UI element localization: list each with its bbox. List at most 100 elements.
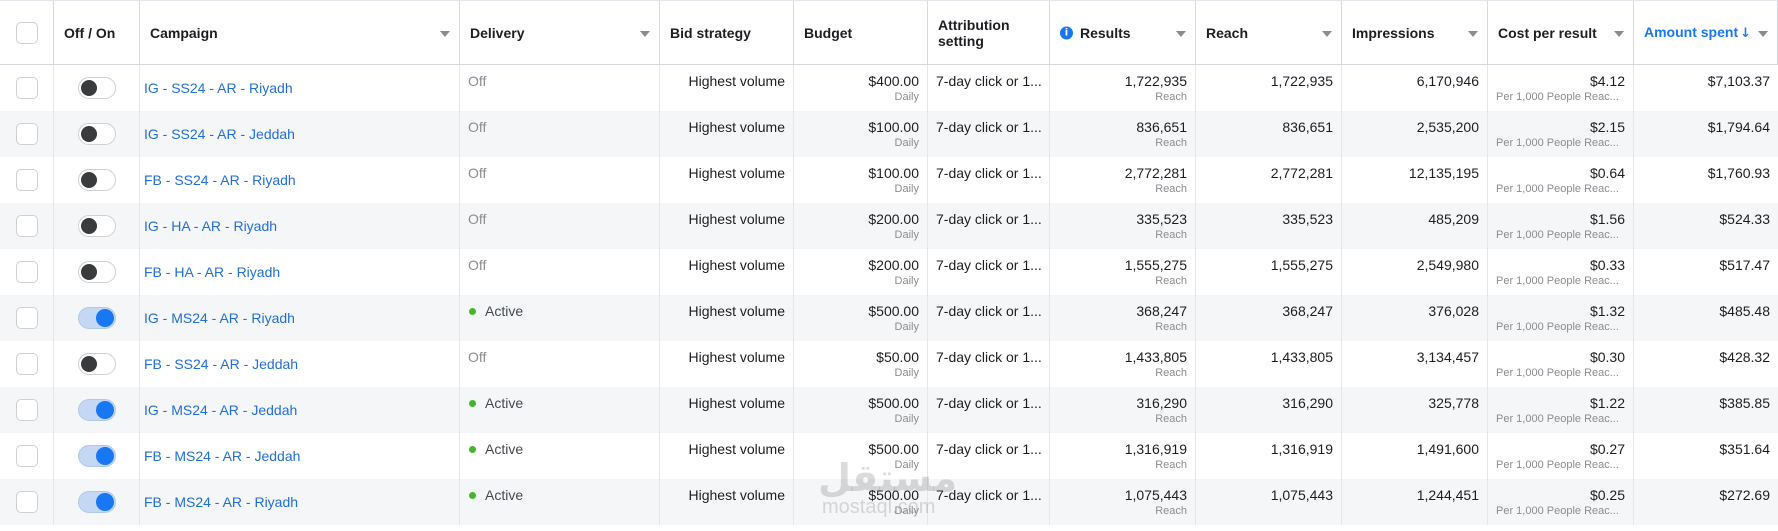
results-cell: 1,075,443 Reach bbox=[1050, 479, 1196, 525]
row-checkbox[interactable] bbox=[16, 215, 38, 237]
budget-cell[interactable]: $100.00 Daily bbox=[794, 111, 928, 157]
amount-spent-cell: $428.32 bbox=[1634, 341, 1778, 387]
budget-cell[interactable]: $100.00 Daily bbox=[794, 157, 928, 203]
cost-per-result-cell: $4.12 Per 1,000 People Reac... bbox=[1488, 65, 1634, 111]
header-results[interactable]: i Results bbox=[1050, 1, 1196, 64]
row-toggle-cell bbox=[54, 249, 140, 295]
campaign-cell: IG - HA - AR - Riyadh bbox=[140, 203, 460, 249]
header-delivery[interactable]: Delivery bbox=[460, 1, 660, 64]
table-row[interactable]: FB - SS24 - AR - Jeddah Off Highest volume… bbox=[0, 341, 1778, 387]
table-row[interactable]: IG - HA - AR - Riyadh Off Highest volume $2… bbox=[0, 203, 1778, 249]
campaign-toggle[interactable] bbox=[78, 445, 116, 467]
sort-descending-icon[interactable]: ↓ bbox=[1740, 26, 1751, 41]
impressions-value: 325,778 bbox=[1428, 395, 1479, 411]
results-type: Reach bbox=[1155, 183, 1187, 195]
campaign-toggle[interactable] bbox=[78, 261, 116, 283]
toggle-knob bbox=[96, 447, 114, 465]
table-row[interactable]: IG - MS24 - AR - Jeddah Active Highest vol… bbox=[0, 387, 1778, 433]
header-attribution[interactable]: Attribution setting bbox=[928, 1, 1050, 64]
header-impressions[interactable]: Impressions bbox=[1342, 1, 1488, 64]
row-checkbox[interactable] bbox=[16, 169, 38, 191]
row-checkbox[interactable] bbox=[16, 445, 38, 467]
results-type: Reach bbox=[1155, 367, 1187, 379]
amount-spent-cell: $272.69 bbox=[1634, 479, 1778, 525]
header-reach[interactable]: Reach bbox=[1196, 1, 1342, 64]
attribution-value: 7-day click or 1... bbox=[936, 303, 1042, 319]
campaign-name-link[interactable]: IG - SS24 - AR - Riyadh bbox=[144, 80, 293, 96]
table-row[interactable]: FB - MS24 - AR - Riyadh Active Highest vol… bbox=[0, 479, 1778, 525]
delivery-status-label: Active bbox=[485, 487, 524, 503]
row-checkbox[interactable] bbox=[16, 491, 38, 513]
cost-per-result-type: Per 1,000 People Reac... bbox=[1496, 505, 1619, 517]
campaign-toggle[interactable] bbox=[78, 215, 116, 237]
budget-cell[interactable]: $500.00 Daily bbox=[794, 295, 928, 341]
header-impressions-label: Impressions bbox=[1352, 24, 1435, 41]
cost-per-result-cell: $0.64 Per 1,000 People Reac... bbox=[1488, 157, 1634, 203]
campaign-name-link[interactable]: IG - HA - AR - Riyadh bbox=[144, 218, 277, 234]
budget-cell[interactable]: $400.00 Daily bbox=[794, 65, 928, 111]
delivery-cell: Off bbox=[460, 249, 660, 295]
delivery-status-label: Off bbox=[468, 349, 487, 365]
results-cell: 335,523 Reach bbox=[1050, 203, 1196, 249]
table-row[interactable]: IG - SS24 - AR - Jeddah Off Highest volume… bbox=[0, 111, 1778, 157]
row-checkbox[interactable] bbox=[16, 77, 38, 99]
chevron-down-icon[interactable] bbox=[1322, 30, 1332, 37]
campaign-toggle[interactable] bbox=[78, 353, 116, 375]
header-budget[interactable]: Budget bbox=[794, 1, 928, 64]
header-bid-strategy-label: Bid strategy bbox=[670, 24, 751, 41]
budget-cell[interactable]: $500.00 Daily bbox=[794, 479, 928, 525]
campaign-name-link[interactable]: IG - SS24 - AR - Jeddah bbox=[144, 126, 295, 142]
table-row[interactable]: FB - SS24 - AR - Riyadh Off Highest volume… bbox=[0, 157, 1778, 203]
header-bid-strategy[interactable]: Bid strategy bbox=[660, 1, 794, 64]
chevron-down-icon[interactable] bbox=[1758, 30, 1768, 37]
info-icon[interactable]: i bbox=[1060, 26, 1073, 39]
campaign-toggle[interactable] bbox=[78, 491, 116, 513]
row-checkbox[interactable] bbox=[16, 261, 38, 283]
results-value: 335,523 bbox=[1136, 211, 1187, 227]
chevron-down-icon[interactable] bbox=[440, 30, 450, 37]
budget-cell[interactable]: $500.00 Daily bbox=[794, 387, 928, 433]
status-dot-icon bbox=[469, 399, 476, 407]
bid-strategy-cell: Highest volume bbox=[660, 111, 794, 157]
row-select-cell bbox=[0, 111, 54, 157]
campaign-toggle[interactable] bbox=[78, 77, 116, 99]
delivery-status-label: Active bbox=[485, 395, 524, 411]
campaign-name-link[interactable]: FB - HA - AR - Riyadh bbox=[144, 264, 280, 280]
cost-per-result-value: $0.25 bbox=[1589, 487, 1625, 503]
campaign-toggle[interactable] bbox=[78, 307, 116, 329]
header-campaign[interactable]: Campaign bbox=[140, 1, 460, 64]
table-row[interactable]: IG - MS24 - AR - Riyadh Active Highest vol… bbox=[0, 295, 1778, 341]
campaign-toggle[interactable] bbox=[78, 123, 116, 145]
delivery-cell: Active bbox=[460, 479, 660, 525]
campaign-name-link[interactable]: FB - SS24 - AR - Jeddah bbox=[144, 356, 298, 372]
budget-cell[interactable]: $500.00 Daily bbox=[794, 433, 928, 479]
select-all-checkbox[interactable] bbox=[16, 21, 38, 44]
campaign-toggle[interactable] bbox=[78, 169, 116, 191]
campaign-toggle[interactable] bbox=[78, 399, 116, 421]
table-row[interactable]: FB - HA - AR - Riyadh Off Highest volume $2… bbox=[0, 249, 1778, 295]
impressions-cell: 2,535,200 bbox=[1342, 111, 1488, 157]
row-checkbox[interactable] bbox=[16, 123, 38, 145]
budget-cell[interactable]: $50.00 Daily bbox=[794, 341, 928, 387]
table-row[interactable]: IG - SS24 - AR - Riyadh Off Highest volume… bbox=[0, 65, 1778, 111]
campaign-name-link[interactable]: IG - MS24 - AR - Riyadh bbox=[144, 310, 295, 326]
budget-cell[interactable]: $200.00 Daily bbox=[794, 249, 928, 295]
budget-cell[interactable]: $200.00 Daily bbox=[794, 203, 928, 249]
header-cost-per-result[interactable]: Cost per result bbox=[1488, 1, 1634, 64]
table-row[interactable]: FB - MS24 - AR - Jeddah Active Highest vol… bbox=[0, 433, 1778, 479]
cost-per-result-value: $0.64 bbox=[1589, 165, 1625, 181]
campaign-name-link[interactable]: FB - MS24 - AR - Jeddah bbox=[144, 448, 300, 464]
chevron-down-icon[interactable] bbox=[1614, 30, 1624, 37]
campaign-name-link[interactable]: IG - MS24 - AR - Jeddah bbox=[144, 402, 297, 418]
header-amount-spent[interactable]: Amount spent ↓ bbox=[1634, 1, 1778, 64]
row-checkbox[interactable] bbox=[16, 399, 38, 421]
chevron-down-icon[interactable] bbox=[640, 30, 650, 37]
chevron-down-icon[interactable] bbox=[1176, 30, 1186, 37]
row-checkbox[interactable] bbox=[16, 307, 38, 329]
amount-spent-value: $517.47 bbox=[1719, 257, 1770, 273]
results-cell: 316,290 Reach bbox=[1050, 387, 1196, 433]
campaign-name-link[interactable]: FB - MS24 - AR - Riyadh bbox=[144, 494, 298, 510]
campaign-name-link[interactable]: FB - SS24 - AR - Riyadh bbox=[144, 172, 296, 188]
row-checkbox[interactable] bbox=[16, 353, 38, 375]
chevron-down-icon[interactable] bbox=[1468, 30, 1478, 37]
